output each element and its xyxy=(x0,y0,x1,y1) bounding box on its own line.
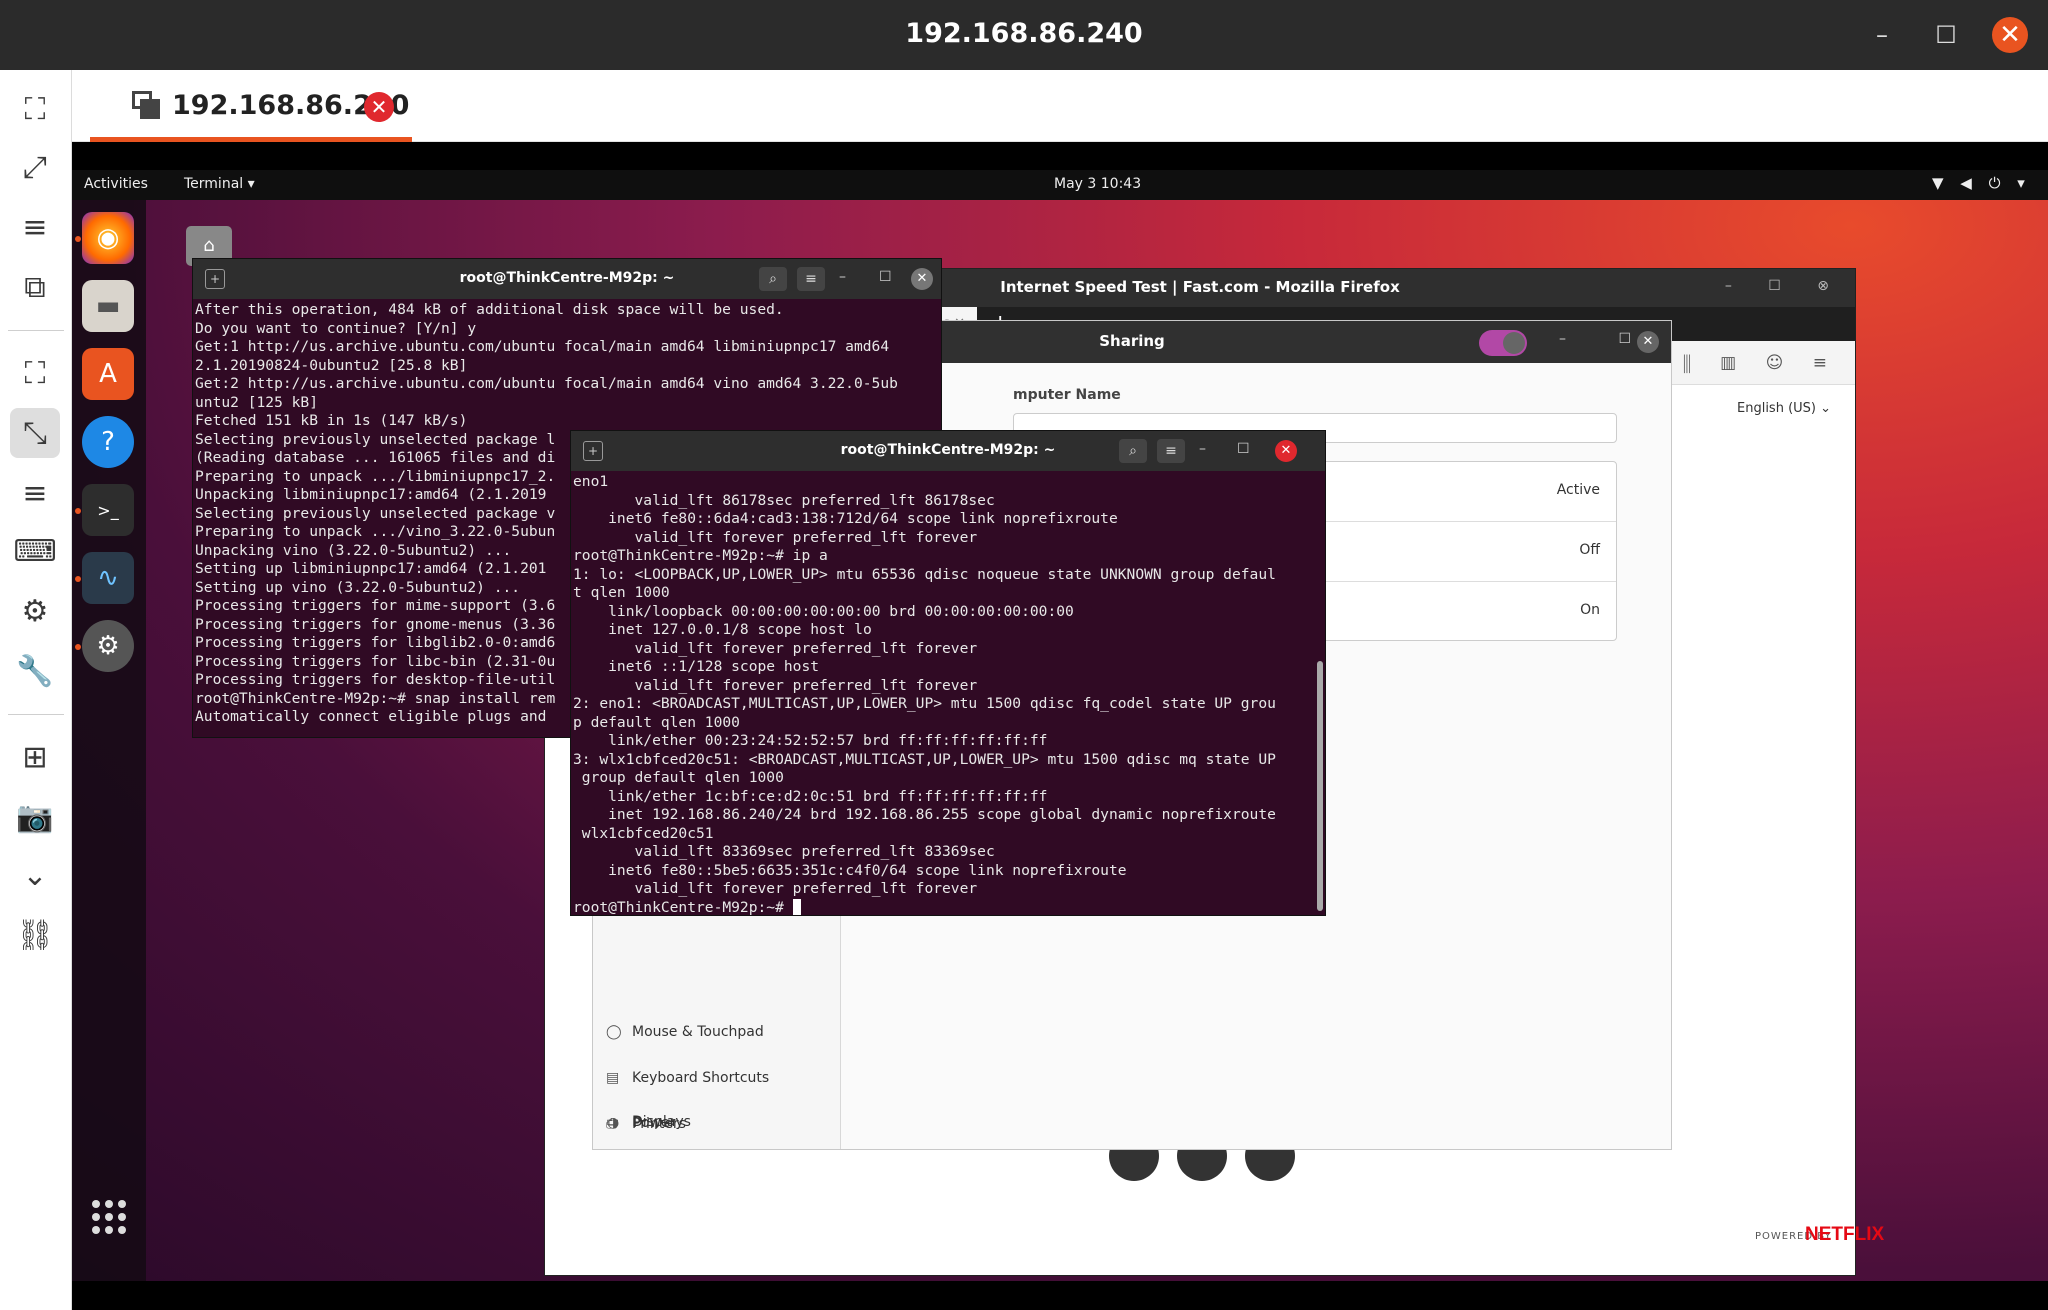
maximize-button[interactable]: ☐ xyxy=(1928,17,1964,53)
terminal-header: + root@ThinkCentre-M92p: ~ ⌕ ≡ – ☐ ✕ xyxy=(571,431,1325,471)
fullscreen-icon[interactable]: ⤢ xyxy=(10,142,60,192)
scrollbar[interactable] xyxy=(1317,661,1323,911)
running-indicator xyxy=(75,644,81,650)
terminal-title: root@ThinkCentre-M92p: ~ xyxy=(459,270,675,286)
search-icon[interactable]: ⌕ xyxy=(1119,439,1147,463)
netflix-logo[interactable]: NETFLIX xyxy=(1805,1224,1884,1246)
firefox-window-controls[interactable]: – ☐ ⊗ xyxy=(1725,278,1845,294)
terminal-icon[interactable]: >_ xyxy=(82,484,134,536)
help-icon[interactable]: ? xyxy=(82,416,134,468)
client-titlebar: 192.168.86.240 – ☐ ✕ xyxy=(0,0,2048,70)
client-tabbar: 192.168.86.240 ✕ xyxy=(72,70,2048,142)
close-icon[interactable]: ✕ xyxy=(1637,331,1659,353)
preferences-menu-icon[interactable]: ≡ xyxy=(10,468,60,518)
terminal-window-active[interactable]: + root@ThinkCentre-M92p: ~ ⌕ ≡ – ☐ ✕ eno… xyxy=(570,430,1326,916)
minimize-icon[interactable]: – xyxy=(839,269,846,285)
hamburger-menu-icon[interactable]: ≡ xyxy=(1157,439,1185,463)
settings-app-icon[interactable]: ⚙ xyxy=(82,620,134,672)
scale-screen-icon[interactable]: ⤡ xyxy=(10,408,60,458)
sidebar-item-power[interactable]: ◑ Power xyxy=(607,1115,675,1139)
dock: ◉ ▬ A ? >_ ∿ ⚙ xyxy=(72,200,146,1281)
sidebar-divider xyxy=(8,330,64,331)
sidebar-divider xyxy=(8,714,64,715)
files-icon[interactable]: ▬ xyxy=(82,280,134,332)
search-icon[interactable]: ⌕ xyxy=(759,267,787,291)
status-value: On xyxy=(1580,602,1600,618)
client-sidebar: ⛶ ⤢ ≡ ⧉ ⛶ ⤡ ≡ ⌨ ⚙ 🔧 ⊞ 📷 ⌄ ⛓ xyxy=(0,70,72,1310)
status-value: Off xyxy=(1579,542,1600,558)
text-cursor xyxy=(792,898,801,915)
activities-button[interactable]: Activities xyxy=(84,176,148,192)
terminal-output-text: eno1 valid_lft 86178sec preferred_lft 86… xyxy=(573,473,1276,897)
gnome-topbar: Activities Terminal ▾ May 3 10:43 ▼ ◀ ⏻ … xyxy=(72,170,2048,200)
screenshot-region-icon[interactable]: ⛶ xyxy=(10,84,60,134)
tools-icon[interactable]: 🔧 xyxy=(10,646,60,696)
language-select[interactable]: English (US) ⌄ xyxy=(1737,401,1831,416)
window-mode-icon[interactable]: ⧉ xyxy=(10,262,60,312)
app-menu[interactable]: Terminal ▾ xyxy=(184,176,255,192)
connection-tab[interactable]: 192.168.86.240 ✕ xyxy=(90,70,412,142)
clock[interactable]: May 3 10:43 xyxy=(1054,176,1141,192)
remote-window-icon xyxy=(132,91,162,119)
firefox-toolbar-icons[interactable]: ⤓ ⫼ ▥ ☺ ≡ xyxy=(1646,353,1839,373)
minimize-button[interactable]: – xyxy=(1864,17,1900,53)
terminal-title: root@ThinkCentre-M92p: ~ xyxy=(840,442,1056,458)
fit-screen-icon[interactable]: ⛶ xyxy=(10,348,60,398)
maximize-icon[interactable]: ☐ xyxy=(879,269,892,285)
chevron-down-icon[interactable]: ⌄ xyxy=(10,850,60,900)
settings-icon[interactable]: ⚙ xyxy=(10,586,60,636)
system-monitor-icon[interactable]: ∿ xyxy=(82,552,134,604)
status-value: Active xyxy=(1556,482,1600,498)
remote-desktop[interactable]: Activities Terminal ▾ May 3 10:43 ▼ ◀ ⏻ … xyxy=(72,170,2048,1281)
status-icons[interactable]: ▼ ◀ ⏻ ▾ xyxy=(1932,174,2031,192)
terminal-prompt: root@ThinkCentre-M92p:~# xyxy=(573,898,793,916)
terminal-header: + root@ThinkCentre-M92p: ~ ⌕ ≡ – ☐ ✕ xyxy=(193,259,941,299)
close-window-button[interactable]: ✕ xyxy=(1992,17,2028,53)
running-indicator xyxy=(75,236,81,242)
sidebar-item-label: Power xyxy=(633,1115,676,1131)
running-indicator xyxy=(75,508,81,514)
close-icon[interactable]: ✕ xyxy=(911,268,933,290)
disconnect-icon[interactable]: ⛓ xyxy=(10,910,60,960)
minimize-icon[interactable]: – xyxy=(1199,441,1206,457)
computer-name-label: mputer Name xyxy=(1013,387,1121,403)
menu-icon[interactable]: ≡ xyxy=(10,202,60,252)
sharing-toggle[interactable] xyxy=(1479,330,1527,356)
firefox-icon[interactable]: ◉ xyxy=(82,212,134,264)
new-connection-icon[interactable]: ⊞ xyxy=(10,732,60,782)
window-title: 192.168.86.240 xyxy=(905,18,1143,49)
running-indicator xyxy=(75,576,81,582)
hamburger-menu-icon[interactable]: ≡ xyxy=(797,267,825,291)
keyboard-icon[interactable]: ⌨ xyxy=(10,526,60,576)
show-applications-icon[interactable] xyxy=(92,1200,126,1234)
close-tab-icon[interactable]: ✕ xyxy=(364,92,394,122)
terminal-output[interactable]: eno1 valid_lft 86178sec preferred_lft 86… xyxy=(573,473,1276,916)
remote-screen[interactable]: Activities Terminal ▾ May 3 10:43 ▼ ◀ ⏻ … xyxy=(72,142,2048,1310)
close-icon[interactable]: ✕ xyxy=(1275,440,1297,462)
power-icon: ◑ xyxy=(607,1115,620,1131)
camera-icon[interactable]: 📷 xyxy=(10,792,60,842)
maximize-icon[interactable]: ☐ xyxy=(1237,441,1250,457)
software-icon[interactable]: A xyxy=(82,348,134,400)
